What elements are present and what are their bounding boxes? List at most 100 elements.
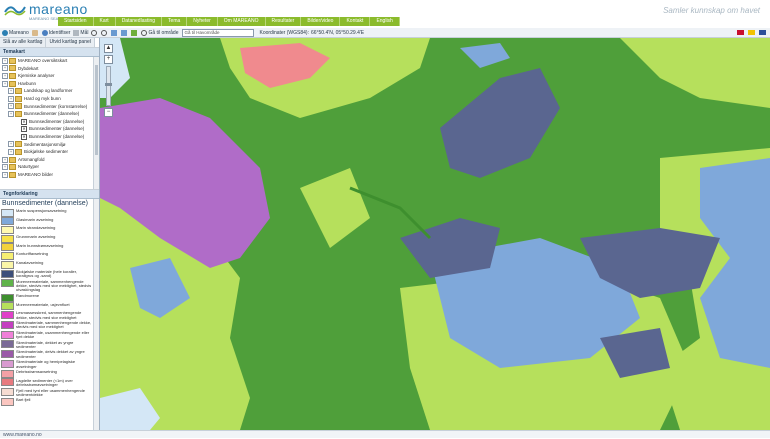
theme-maps-title: Temakart [0, 48, 99, 57]
folder-icon [15, 95, 22, 102]
layer-checkbox[interactable]: ✕ [21, 126, 27, 133]
menu-english[interactable]: English [370, 17, 400, 26]
zoom-slider-handle[interactable] [105, 83, 112, 86]
tree-item[interactable]: ✕ Bunnsedimenter (dannelse) [0, 125, 99, 133]
tree-item[interactable]: + Bunnsedimenter (kornstørrelse) [0, 103, 99, 111]
legend-swatch [1, 330, 14, 339]
expand-toggle-icon[interactable]: + [2, 156, 8, 163]
legend-scrollbar[interactable] [93, 199, 99, 433]
zoom-in-tool[interactable] [91, 29, 98, 36]
tree-scrollbar-thumb[interactable] [95, 65, 98, 155]
tree-item[interactable]: + Landskap og landformer [0, 87, 99, 95]
folder-icon [15, 103, 22, 110]
tree-scrollbar[interactable] [93, 57, 99, 189]
norwegian-flag-button[interactable] [737, 30, 745, 35]
expand-toggle-icon[interactable]: + [8, 88, 14, 95]
layer-panel-tabs: Slå av alle kartlag Utvid kartlag panel [0, 38, 99, 48]
slate-region-north [440, 68, 560, 178]
turn-off-all-layers-button[interactable]: Slå av alle kartlag [0, 38, 47, 47]
expand-toggle-icon[interactable]: + [2, 65, 8, 72]
site-tagline: Samler kunnskap om havet [663, 6, 760, 15]
legend-swatch [1, 359, 14, 368]
tree-item[interactable]: + Biokjølske sedimenter [0, 148, 99, 156]
mareano-logo[interactable]: mareano [4, 1, 88, 17]
zoom-out-button[interactable]: − [104, 108, 113, 117]
tree-item[interactable]: + Hard og myk bunn [0, 95, 99, 103]
expand-toggle-icon[interactable]: + [2, 57, 8, 64]
tree-item[interactable]: + Dybdekart [0, 65, 99, 73]
expand-layer-panel-button[interactable]: Utvid kartlag panel [46, 38, 95, 47]
menu-nyheter[interactable]: Nyheter [187, 17, 218, 26]
tree-item[interactable]: + Sedimentasjonsmiljø [0, 141, 99, 149]
sweden-flag-icon [748, 30, 755, 35]
tree-item[interactable]: + Naturtyper [0, 163, 99, 171]
folder-icon [9, 65, 16, 72]
tree-item[interactable]: + Havbunn [0, 80, 99, 88]
legend-label: Glasimarin avsetning [16, 216, 54, 222]
legend-label: Skredmateriale, delvis dekket av yngre s… [16, 349, 85, 359]
norway-flag-icon [737, 30, 744, 35]
footer: www.mareano.no [0, 430, 770, 438]
next-extent-button[interactable] [121, 29, 128, 36]
menu-kontakt[interactable]: Kontakt [340, 17, 371, 26]
legend-swatch [1, 350, 14, 359]
tree-item[interactable]: ✕ Bunnsedimenter (dannelse) [0, 118, 99, 126]
coords-label: Koordinater (WGS84): [259, 29, 309, 36]
previous-extent-button[interactable] [111, 29, 118, 36]
tree-item[interactable]: + MAREANO oversiktskart [0, 57, 99, 65]
expand-toggle-icon[interactable]: + [2, 171, 8, 178]
legend-row: Fjell med tynt eller usammenhengende sed… [0, 388, 99, 398]
tree-item[interactable]: + Kjemiske analyser [0, 72, 99, 80]
tree-item-label: Artsmangfold [18, 156, 45, 162]
layer-checkbox[interactable]: ✕ [21, 133, 27, 140]
legend-row: Biokjølske materiale (hele koraller, kor… [0, 269, 99, 279]
tree-item[interactable]: + MAREANO bilder [0, 171, 99, 179]
tree-item-label: Bunnsedimenter (dannelse) [24, 111, 80, 117]
uk-flag-icon [759, 30, 766, 35]
identify-button[interactable]: Identifiser [41, 29, 70, 36]
menu-datanedlasting[interactable]: Datanedlasting [115, 17, 163, 26]
folder-icon [9, 72, 16, 79]
home-button[interactable]: Mareano [2, 29, 29, 36]
measure-button[interactable]: Mål [73, 29, 88, 36]
legend-row: Grunnmarin avsetning [0, 234, 99, 243]
zoom-slider[interactable] [105, 66, 112, 106]
legend-label: Skredmateriale og hemipelagiske avsetnin… [16, 359, 76, 369]
tree-item[interactable]: + Artsmangfold [0, 156, 99, 164]
expand-toggle-icon[interactable]: + [8, 148, 14, 155]
legend-row: Skredmateriale, usammenhengende eller ty… [0, 330, 99, 340]
folder-icon [9, 57, 16, 64]
expand-toggle-icon[interactable]: + [2, 80, 8, 87]
menu-tema[interactable]: Tema [162, 17, 188, 26]
legend-swatch [1, 234, 14, 243]
legend: Bunnsedimenter (dannelse) Marin suspensj… [0, 199, 99, 433]
legend-heading: Bunnsedimenter (dannelse) [2, 200, 88, 207]
menu-om-mareano[interactable]: Om MAREANO [217, 17, 266, 26]
logo-wave-icon [4, 6, 26, 16]
english-flag-button[interactable] [759, 30, 767, 35]
goto-area-select[interactable]: Gå til Havområde [181, 28, 254, 37]
expand-toggle-icon[interactable]: + [8, 110, 14, 117]
legend-row: Randmorene [0, 293, 99, 302]
menu-startsiden[interactable]: Startsiden [58, 17, 94, 26]
expand-toggle-icon[interactable]: + [8, 103, 14, 110]
menu-bilder-video[interactable]: Bilder/video [301, 17, 341, 26]
tree-item[interactable]: ✕ Bunnsedimenter (dannelse) [0, 133, 99, 141]
zoom-out-tool[interactable] [101, 29, 108, 36]
menu-kart[interactable]: Kart [93, 17, 116, 26]
menu-resultater[interactable]: Resultater [265, 17, 302, 26]
expand-toggle-icon[interactable]: + [2, 164, 8, 171]
layer-checkbox[interactable]: ✕ [21, 118, 27, 125]
zoom-in-button[interactable]: + [104, 55, 113, 64]
pan-up-button[interactable]: ▲ [104, 44, 113, 53]
pan-button[interactable] [31, 29, 39, 36]
expand-toggle-icon[interactable]: + [2, 72, 8, 79]
expand-toggle-icon[interactable]: + [8, 141, 14, 148]
arrow-left-icon [111, 29, 118, 36]
full-extent-button[interactable] [131, 29, 138, 36]
tree-item[interactable]: + Bunnsedimenter (dannelse) [0, 110, 99, 118]
expand-toggle-icon[interactable]: + [8, 95, 14, 102]
swedish-flag-button[interactable] [748, 30, 756, 35]
arrow-right-icon [121, 29, 128, 36]
map-view[interactable]: ▲ + − [100, 38, 770, 430]
